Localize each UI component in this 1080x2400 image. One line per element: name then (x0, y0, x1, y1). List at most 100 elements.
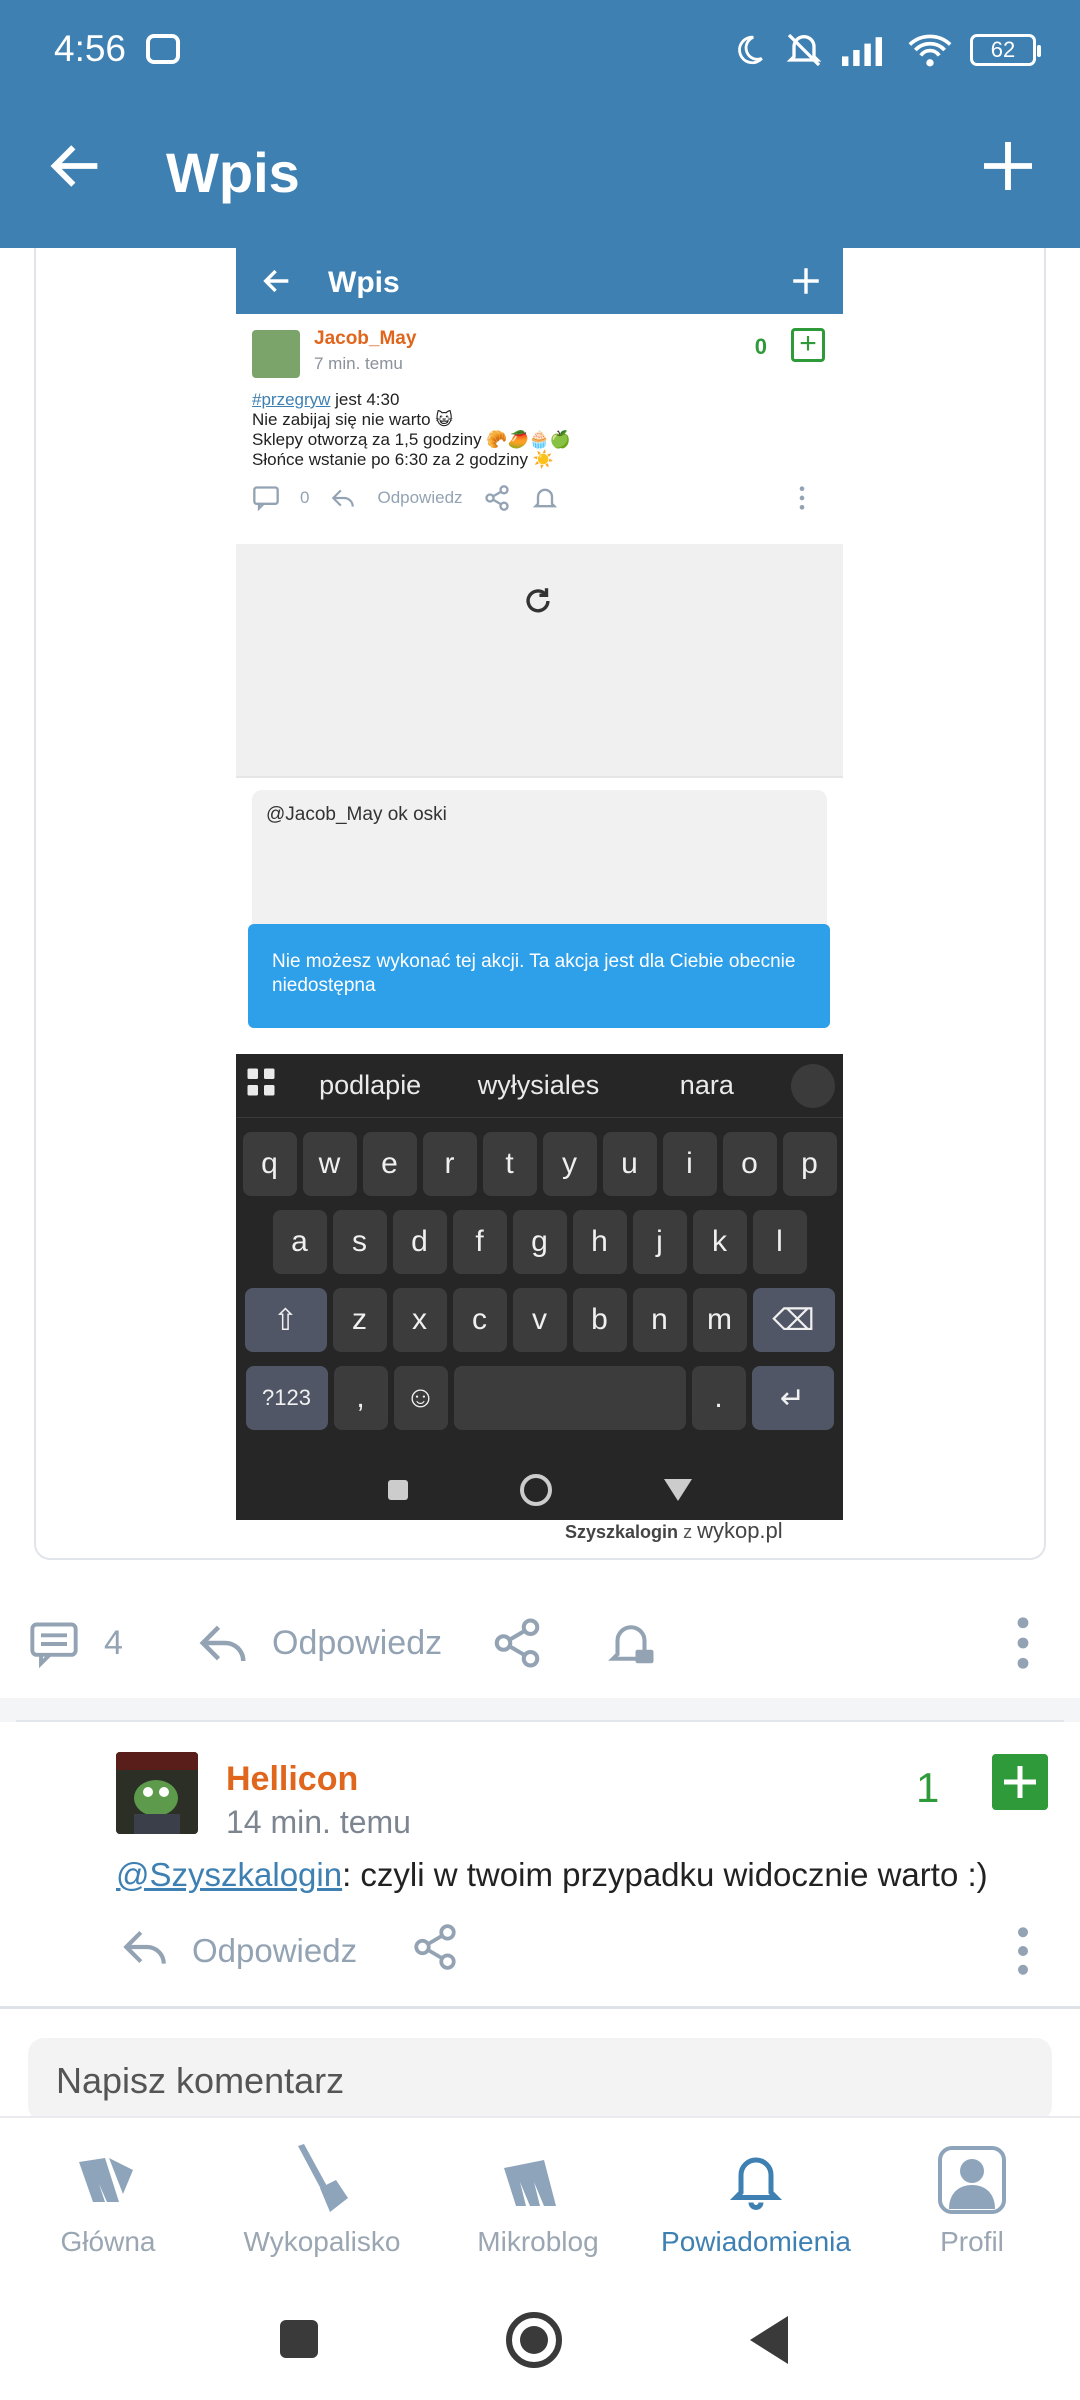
comment-input[interactable]: Napisz komentarz (28, 2038, 1052, 2122)
plus-vote-icon[interactable] (992, 1754, 1048, 1810)
row3-key-n: n (632, 1288, 687, 1352)
embedded-bell-icon (532, 488, 557, 508)
comment-score: 1 (916, 1764, 940, 1811)
row2-key-g: g (512, 1210, 567, 1274)
embedded-back-icon (263, 269, 289, 293)
credit-site: wykop.pl (697, 1518, 783, 1543)
share-icon[interactable] (490, 1616, 544, 1670)
row3-key-z: z (332, 1288, 387, 1352)
embedded-input-field: @Jacob_May ok oski (252, 790, 827, 940)
row2-key-s: s (332, 1210, 387, 1274)
notify-bell-icon[interactable] (604, 1616, 658, 1670)
embedded-line-2: Nie zabijaj się nie warto 😺 (252, 410, 454, 429)
key-row-1: qwertyuiop (236, 1132, 843, 1196)
credit-separator: z (683, 1522, 693, 1542)
nav-label-profile: Profil (940, 2226, 1004, 2257)
row2-key-h: h (572, 1210, 627, 1274)
status-bar: 4:56 62 (0, 0, 1080, 100)
more-options-icon[interactable] (1016, 1616, 1030, 1670)
keyboard-suggestions: podlapie wyłysiales nara (236, 1054, 843, 1118)
embedded-avatar (252, 330, 300, 378)
add-icon[interactable] (976, 134, 1040, 198)
battery-icon: 62 (970, 34, 1041, 66)
shovel-icon (298, 2144, 348, 2212)
page-title: Wpis (166, 141, 300, 204)
embedded-recents-icon (387, 1480, 408, 1500)
recents-button[interactable] (280, 2320, 318, 2358)
nav-item-wykopalisko[interactable]: Wykopalisko (222, 2142, 422, 2258)
mention-link[interactable]: @Szyszkalogin (116, 1856, 342, 1893)
key-row-2: asdfghjkl (236, 1210, 843, 1274)
comment-author[interactable]: Hellicon (226, 1760, 358, 1799)
row1-key-y: y (542, 1132, 597, 1196)
battery-level: 62 (990, 37, 1016, 62)
avatar[interactable] (116, 1752, 198, 1834)
comment-reply-icon[interactable] (120, 1922, 170, 1972)
suggestion-3: nara (679, 1070, 734, 1100)
embedded-author: Jacob_May (314, 328, 417, 349)
embedded-title: Wpis (328, 266, 400, 299)
embedded-comment-icon (253, 486, 279, 511)
row1-key-r: r (422, 1132, 477, 1196)
status-icons: 62 (732, 28, 1041, 72)
bell-icon (729, 2157, 783, 2210)
moon-icon (738, 35, 763, 65)
back-arrow-icon[interactable] (44, 134, 108, 198)
embedded-screenshot[interactable]: Wpis Jacob_May 7 min. temu 0 + #przegryw… (236, 248, 843, 1520)
embedded-time: 7 min. temu (314, 354, 403, 373)
apps-grid-icon (236, 1067, 286, 1104)
mute-icon (786, 33, 822, 67)
credit-user: Szyszkalogin (565, 1522, 679, 1542)
embedded-line-1: jest 4:30 (330, 390, 400, 409)
symbols-key: ?123 (245, 1366, 328, 1430)
embedded-post-body: #przegryw jest 4:30 Nie zabijaj się nie … (252, 390, 571, 470)
embedded-more-icon (799, 486, 805, 510)
shift-key: ⇧ (244, 1288, 327, 1352)
app-bar: Wpis (0, 100, 1080, 248)
comment-reply-button[interactable]: Odpowiedz (192, 1932, 357, 1970)
row1-key-i: i (662, 1132, 717, 1196)
embedded-hashtag: #przegryw (252, 390, 331, 409)
nav-item-home[interactable]: Główna (8, 2142, 208, 2258)
row1-key-e: e (362, 1132, 417, 1196)
reply-icon[interactable] (196, 1616, 250, 1670)
embedded-home-icon (519, 1474, 552, 1506)
profile-icon (938, 2146, 1006, 2214)
embedded-actions: 0 Odpowiedz (252, 484, 827, 512)
nav-item-mikroblog[interactable]: Mikroblog (438, 2142, 638, 2258)
comment-text: @Szyszkalogin: czyli w twoim przypadku w… (116, 1856, 988, 1894)
comment-icon[interactable] (28, 1620, 80, 1668)
key-row-3-letters: zxcvbnm (332, 1288, 747, 1352)
comment-count[interactable]: 4 (104, 1624, 123, 1663)
signal-icon (842, 37, 882, 66)
embedded-post: Jacob_May 7 min. temu 0 + #przegryw jest… (236, 314, 843, 544)
suggestion-1: podlapie (319, 1070, 422, 1100)
nav-label-wykopalisko: Wykopalisko (243, 2226, 401, 2257)
comment-more-icon[interactable] (1016, 1926, 1030, 1976)
section-separator (0, 1698, 1080, 1722)
embedded-score: 0 (754, 334, 767, 359)
comma-key: , (333, 1366, 388, 1430)
embedded-reply-label: Odpowiedz (377, 488, 463, 507)
nav-label-mikroblog: Mikroblog (477, 2226, 599, 2257)
row3-key-m: m (692, 1288, 747, 1352)
back-button[interactable] (750, 2316, 788, 2364)
space-key (453, 1366, 686, 1430)
comment-share-icon[interactable] (410, 1922, 460, 1972)
row3-key-v: v (512, 1288, 567, 1352)
nav-item-notifications[interactable]: Powiadomienia (656, 2142, 856, 2258)
embedded-comment-count: 0 (300, 488, 310, 507)
period-key: . (691, 1366, 746, 1430)
row1-key-u: u (602, 1132, 657, 1196)
reply-button[interactable]: Odpowiedz (272, 1624, 442, 1663)
nav-item-profile[interactable]: Profil (872, 2142, 1072, 2258)
row1-key-o: o (722, 1132, 777, 1196)
key-row-4: ?123 , ☺ . ↵ (236, 1366, 843, 1430)
comment-input-placeholder: Napisz komentarz (56, 2060, 345, 2101)
home-button-dot (520, 2326, 548, 2354)
embedded-plus-icon: + (791, 328, 825, 362)
divider-line (0, 2006, 1080, 2009)
comment-time: 14 min. temu (226, 1804, 411, 1840)
error-toast: Nie możesz wykonać tej akcji. Ta akcja j… (248, 924, 830, 1028)
mic-icon (790, 1063, 835, 1108)
